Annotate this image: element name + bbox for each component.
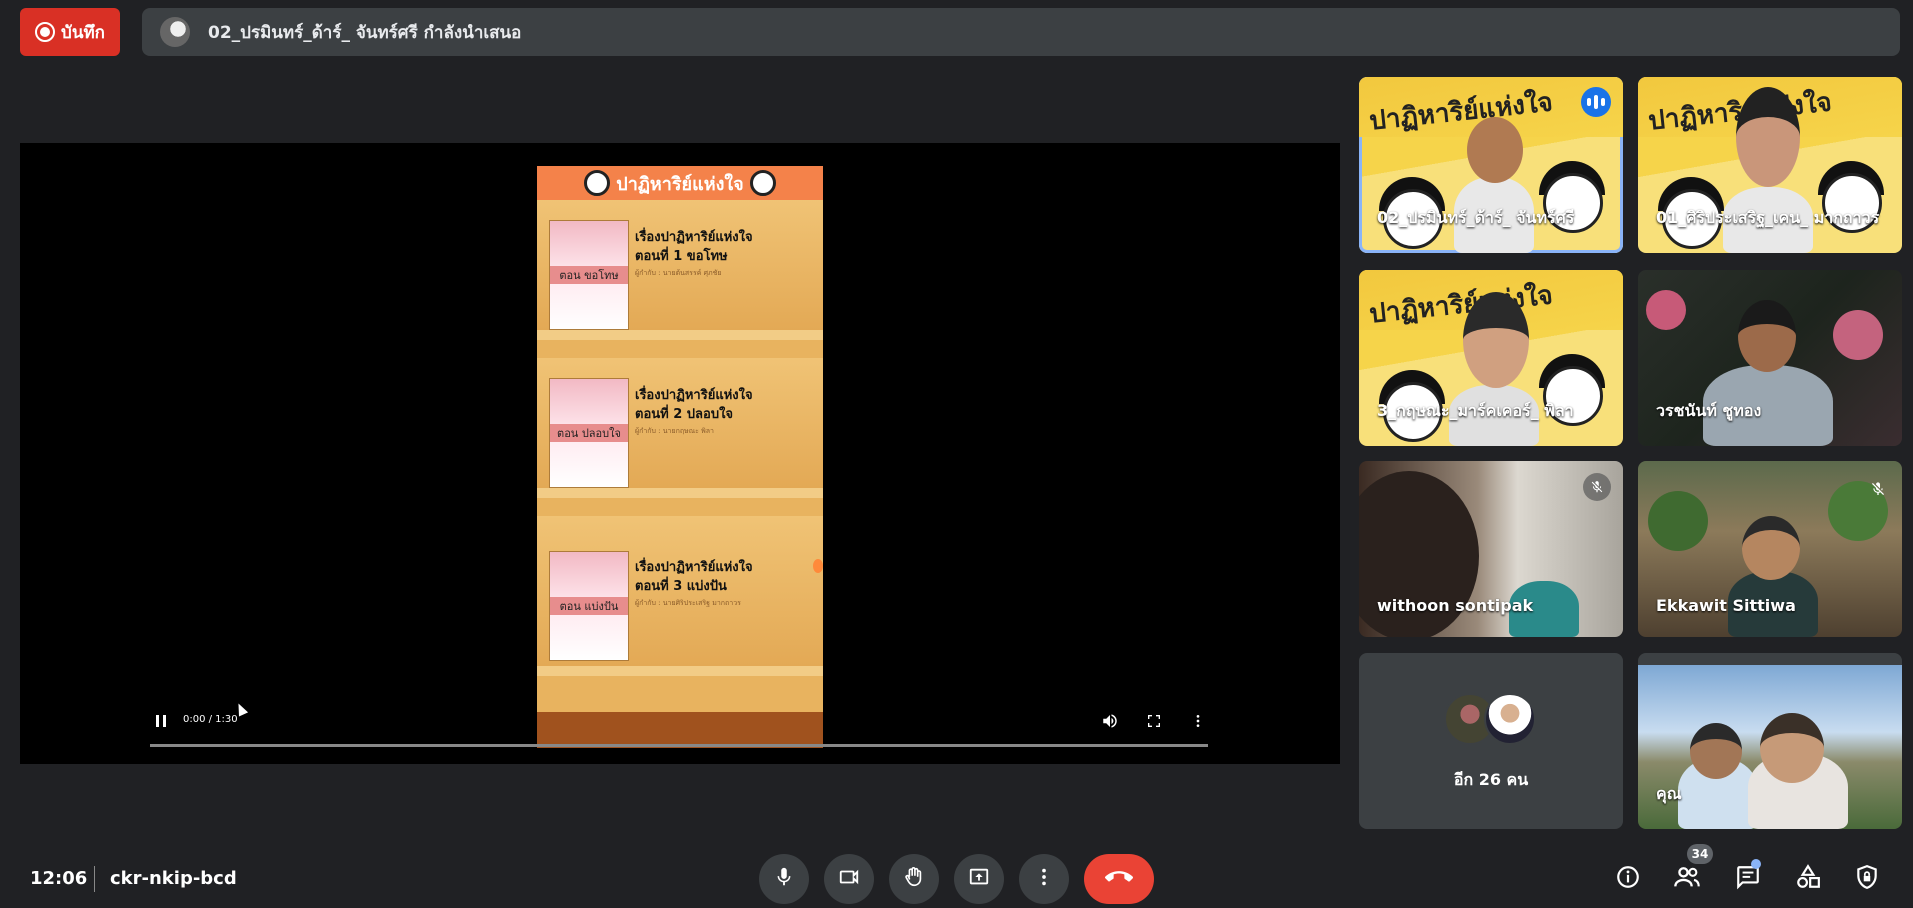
presentation-stage: ปาฏิหาริย์แห่งใจ ตอน ขอโทษ เรื่องปาฏิหาร… (20, 143, 1340, 764)
episode-card: ตอน ปลอบใจ เรื่องปาฏิหาริย์แห่งใจ ตอนที่… (537, 358, 823, 498)
slide-banner-text: ปาฏิหาริย์แห่งใจ (616, 173, 744, 195)
participant-name: Ekkawit Sittiwa (1656, 596, 1796, 615)
more-participants-avatars (1444, 693, 1536, 745)
shield-lock-icon (1854, 864, 1880, 894)
episode-card: ตอน ขอโทษ เรื่องปาฏิหาริย์แห่งใจ ตอนที่ … (537, 200, 823, 340)
participant-tile[interactable]: withoon sontipak (1359, 461, 1623, 637)
divider (94, 866, 95, 892)
mic-button[interactable] (759, 854, 809, 904)
host-controls-button[interactable] (1847, 859, 1887, 899)
episode-title: เรื่องปาฏิหาริย์แห่งใจ ตอนที่ 2 ปลอบใจ (635, 386, 753, 424)
present-to-all-icon (968, 866, 990, 892)
mic-off-icon (1868, 479, 1888, 499)
slide-decoration (813, 559, 823, 573)
record-icon (35, 22, 56, 42)
episode-tag: ตอน ปลอบใจ (550, 424, 628, 442)
cartoon-face-icon (749, 170, 776, 196)
episode-thumbnail: ตอน แบ่งปัน (549, 551, 629, 661)
mic-off-icon (1583, 473, 1611, 501)
participant-name: 01_ศิริประเสริฐ_เคน_ มากถาวร (1656, 208, 1880, 227)
meeting-info-button[interactable] (1608, 859, 1648, 899)
episode-title-line1: เรื่องปาฏิหาริย์แห่งใจ (635, 388, 753, 403)
episode-title-line2: ตอนที่ 2 ปลอบใจ (635, 407, 734, 422)
episode-card: ตอน แบ่งปัน เรื่องปาฏิหาริย์แห่งใจ ตอนที… (537, 516, 823, 676)
present-screen-button[interactable] (954, 854, 1004, 904)
activities-button[interactable] (1788, 859, 1828, 899)
episode-title-line2: ตอนที่ 1 ขอโทษ (635, 249, 728, 264)
participant-name: คุณ (1656, 784, 1682, 803)
episode-thumbnail: ตอน ปลอบใจ (549, 378, 629, 488)
episode-thumbnail: ตอน ขอโทษ (549, 220, 629, 330)
episode-title-line2: ตอนที่ 3 แบ่งปัน (635, 579, 727, 594)
more-vert-icon[interactable] (1185, 708, 1211, 734)
people-icon (1673, 863, 1701, 895)
participant-name: 3_กฤษณะ_มาร์คเคอร์_ พิลา (1377, 401, 1574, 420)
slide-content: ปาฏิหาริย์แห่งใจ ตอน ขอโทษ เรื่องปาฏิหาร… (537, 166, 823, 748)
camera-button[interactable] (824, 854, 874, 904)
participant-tile[interactable]: Ekkawit Sittiwa (1638, 461, 1902, 637)
video-time: 0:00 / 1:30 (183, 714, 238, 725)
volume-icon[interactable] (1097, 708, 1123, 734)
participant-tile[interactable]: ปาฏิหาริย์แห่งใจ 01_ศิริประเสริฐ_เคน_ มา… (1638, 77, 1902, 253)
videocam-icon (838, 866, 860, 892)
more-options-button[interactable] (1019, 854, 1069, 904)
episode-title-line1: เรื่องปาฏิหาริย์แห่งใจ (635, 560, 753, 575)
cartoon-face-icon (584, 170, 611, 196)
call-end-icon (1105, 863, 1133, 895)
participant-name: withoon sontipak (1377, 596, 1534, 615)
end-call-button[interactable] (1084, 854, 1154, 904)
chat-notification-dot (1751, 859, 1761, 869)
more-participants-label: อีก 26 คน (1453, 770, 1529, 789)
people-button[interactable] (1667, 859, 1707, 899)
episode-title: เรื่องปาฏิหาริย์แห่งใจ ตอนที่ 1 ขอโทษ (635, 228, 753, 266)
participant-tile-self[interactable]: คุณ (1638, 653, 1902, 829)
chat-button[interactable] (1728, 859, 1768, 899)
participant-name: 02_ปรมินทร์_ด้าร์_ จันทร์ศรี (1377, 208, 1575, 227)
more-participants-tile[interactable]: อีก 26 คน (1359, 653, 1623, 829)
info-icon (1615, 864, 1641, 894)
participant-tile[interactable]: ปาฏิหาริย์แห่งใจ 3_กฤษณะ_มาร์คเคอร์_ พิล… (1359, 270, 1623, 446)
record-label: บันทึก (61, 22, 105, 43)
episode-credit: ผู้กำกับ : นายต้นสรรค์ ศุภชัย (635, 269, 722, 277)
presenter-text: 02_ปรมินทร์_ด้าร์_ จันทร์ศรี กำลังนำเสนอ (208, 22, 522, 43)
meeting-code: ckr-nkip-bcd (110, 868, 237, 889)
clock: 12:06 (30, 868, 88, 889)
episode-credit: ผู้กำกับ : นายศิริประเสริฐ มากถาวร (635, 599, 741, 607)
presenter-avatar (160, 17, 190, 47)
slide-banner: ปาฏิหาริย์แห่งใจ (537, 166, 823, 200)
more-vert-icon (1033, 866, 1055, 892)
participant-tile[interactable]: ปาฏิหาริย์แห่งใจ 02_ปรมินทร์_ด้าร์_ จันท… (1359, 77, 1623, 253)
mic-icon (773, 866, 795, 892)
episode-title-line1: เรื่องปาฏิหาริย์แห่งใจ (635, 230, 753, 245)
participant-tile[interactable]: วรชนันท์ ชูทอง (1638, 270, 1902, 446)
fullscreen-icon[interactable] (1141, 708, 1167, 734)
episode-credit: ผู้กำกับ : นายกฤษณะ พิลา (635, 427, 714, 435)
video-progress-bar[interactable] (150, 744, 1208, 747)
pause-icon[interactable] (148, 708, 174, 734)
shapes-icon (1795, 864, 1821, 894)
speaking-indicator-icon (1581, 87, 1611, 117)
avatar (1484, 693, 1536, 745)
tile-background-title: ปาฏิหาริย์แห่งใจ (1367, 87, 1555, 137)
presenter-banner: 02_ปรมินทร์_ด้าร์_ จันทร์ศรี กำลังนำเสนอ (142, 8, 1900, 56)
episode-title: เรื่องปาฏิหาริย์แห่งใจ ตอนที่ 3 แบ่งปัน (635, 558, 753, 596)
episode-tag: ตอน ขอโทษ (550, 266, 628, 284)
people-count-badge: 34 (1687, 844, 1713, 864)
record-button[interactable]: บันทึก (20, 8, 120, 56)
raise-hand-button[interactable] (889, 854, 939, 904)
participant-name: วรชนันท์ ชูทอง (1656, 401, 1762, 420)
episode-tag: ตอน แบ่งปัน (550, 597, 628, 615)
slide-floor (537, 712, 823, 748)
hand-icon (903, 866, 925, 892)
